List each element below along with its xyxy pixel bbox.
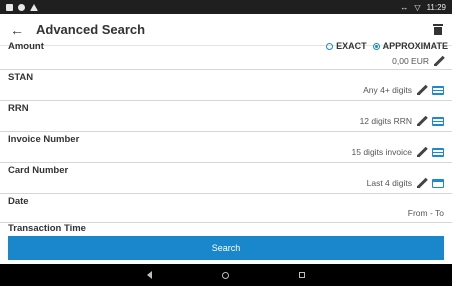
transaction-time-row: Transaction Time (0, 223, 452, 234)
card-icon[interactable] (432, 85, 444, 95)
notification-icon (6, 3, 13, 11)
card-icon[interactable] (432, 147, 444, 157)
card-icon[interactable] (432, 116, 444, 126)
radio-exact-dot[interactable] (326, 42, 334, 50)
pencil-icon[interactable] (417, 116, 427, 126)
status-bar-right: ↔ ▽ 11:29 (400, 3, 446, 12)
radio-approximate-label: APPROXIMATE (382, 41, 448, 51)
clock: 11:29 (426, 2, 446, 12)
radio-approximate-dot[interactable] (372, 42, 380, 50)
radio-exact-label: EXACT (336, 41, 367, 51)
date-label: Date (8, 196, 29, 207)
warning-icon (30, 3, 38, 11)
nav-back-icon[interactable] (147, 271, 152, 279)
rrn-label: RRN (8, 103, 29, 114)
pencil-icon[interactable] (417, 85, 427, 95)
amount-row: Amount EXACT APPROXIMATE 0,00 EUR (0, 40, 452, 70)
date-row[interactable]: Date From - To (0, 194, 452, 223)
card-number-row: Card Number Last 4 digits (0, 163, 452, 194)
card-number-value: Last 4 digits (367, 178, 444, 188)
card-number-label: Card Number (8, 165, 69, 176)
wifi-icon: ▽ (414, 2, 421, 12)
trash-icon[interactable] (433, 24, 443, 35)
nav-recent-apps-icon[interactable] (299, 272, 305, 278)
date-value: From - To (408, 208, 444, 218)
card-number-value-text: Last 4 digits (366, 178, 412, 188)
page-title: Advanced Search (36, 22, 146, 37)
pencil-icon[interactable] (417, 147, 427, 157)
pencil-icon[interactable] (434, 56, 444, 66)
invoice-number-label: Invoice Number (8, 134, 80, 145)
amount-mode-group: EXACT APPROXIMATE (326, 41, 448, 51)
search-button[interactable]: Search (8, 236, 444, 260)
data-transfer-icon: ↔ (400, 2, 409, 12)
amount-value: 0,00 EUR (392, 56, 444, 66)
navigation-bar (0, 264, 452, 286)
amount-label: Amount (8, 41, 44, 52)
amount-value-text: 0,00 EUR (392, 56, 429, 66)
invoice-number-row: Invoice Number 15 digits invoice (0, 132, 452, 163)
stan-row: STAN Any 4+ digits (0, 70, 452, 101)
search-form: Amount EXACT APPROXIMATE 0,00 EUR STAN A… (0, 40, 452, 234)
stan-label: STAN (8, 72, 34, 83)
stan-value: Any 4+ digits (363, 85, 444, 95)
stan-value-text: Any 4+ digits (363, 85, 412, 95)
invoice-number-value: 15 digits invoice (352, 147, 444, 157)
pencil-icon[interactable] (417, 178, 427, 188)
info-icon (18, 3, 25, 11)
invoice-number-value-text: 15 digits invoice (351, 147, 412, 157)
credit-card-icon[interactable] (432, 178, 444, 188)
rrn-value: 12 digits RRN (360, 116, 444, 126)
radio-exact[interactable]: EXACT (326, 41, 367, 51)
back-arrow-icon[interactable]: ← (4, 22, 30, 38)
status-bar-left (6, 3, 38, 11)
nav-home-icon[interactable] (222, 271, 229, 279)
rrn-value-text: 12 digits RRN (359, 116, 412, 126)
transaction-time-label: Transaction Time (8, 223, 86, 234)
status-bar: ↔ ▽ 11:29 (0, 0, 452, 14)
radio-approximate[interactable]: APPROXIMATE (372, 41, 448, 51)
date-value-text: From - To (407, 208, 444, 218)
rrn-row: RRN 12 digits RRN (0, 101, 452, 132)
